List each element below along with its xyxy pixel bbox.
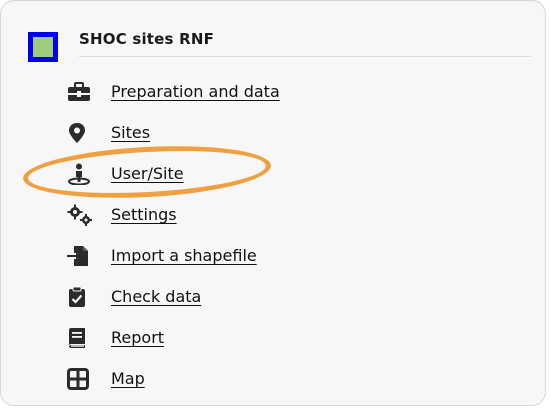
menu-item-import-shapefile[interactable]: Import a shapefile xyxy=(67,235,280,276)
menu-item-map[interactable]: Map xyxy=(67,358,280,399)
side-panel: SHOC sites RNF Preparation and data Site… xyxy=(0,0,546,406)
menu-label-settings[interactable]: Settings xyxy=(111,205,177,224)
menu-label-report[interactable]: Report xyxy=(111,328,164,347)
gears-icon xyxy=(67,203,99,227)
menu-item-sites[interactable]: Sites xyxy=(67,112,280,153)
menu-label-check-data[interactable]: Check data xyxy=(111,287,201,306)
panel-title: SHOC sites RNF xyxy=(79,30,215,48)
grid-map-icon xyxy=(67,367,99,391)
menu-label-sites[interactable]: Sites xyxy=(111,123,150,142)
nav-menu: Preparation and data Sites User/Site Set… xyxy=(67,71,280,399)
book-icon xyxy=(67,326,99,350)
menu-item-report[interactable]: Report xyxy=(67,317,280,358)
menu-label-user-site[interactable]: User/Site xyxy=(111,164,184,183)
menu-label-import-shapefile[interactable]: Import a shapefile xyxy=(111,246,257,265)
menu-label-map[interactable]: Map xyxy=(111,369,145,388)
map-marker-icon xyxy=(67,121,99,145)
title-divider xyxy=(79,56,531,57)
app-logo xyxy=(28,32,58,62)
menu-item-settings[interactable]: Settings xyxy=(67,194,280,235)
clipboard-check-icon xyxy=(67,285,99,309)
menu-label-preparation[interactable]: Preparation and data xyxy=(111,82,280,101)
menu-item-check-data[interactable]: Check data xyxy=(67,276,280,317)
user-location-icon xyxy=(67,162,99,186)
toolbox-icon xyxy=(67,80,99,104)
file-import-icon xyxy=(67,244,99,268)
menu-item-user-site[interactable]: User/Site xyxy=(67,153,280,194)
menu-item-preparation[interactable]: Preparation and data xyxy=(67,71,280,112)
